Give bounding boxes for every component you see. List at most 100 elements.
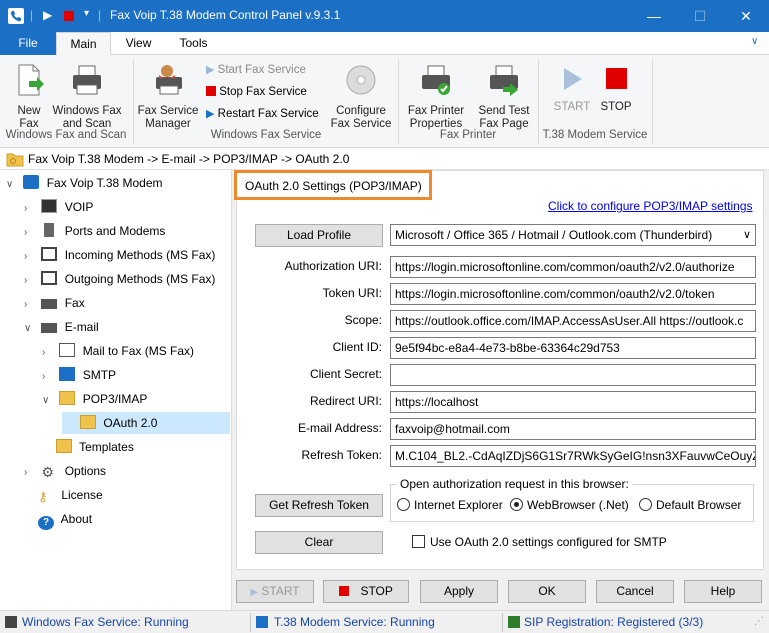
ok-button[interactable]: OK [508, 580, 586, 603]
redirect-uri-field[interactable]: https://localhost [390, 391, 756, 413]
quick-stop-icon[interactable] [64, 11, 74, 21]
apply-button[interactable]: Apply [420, 580, 498, 603]
stop-square-icon [606, 68, 627, 89]
separator: | [30, 8, 34, 22]
collapse-ribbon-icon[interactable]: ∨ [751, 36, 758, 47]
configure-fax-service-button[interactable]: Configure Fax Service [330, 63, 392, 131]
voip-grid-icon [41, 199, 58, 213]
t38-start-button[interactable]: START [552, 65, 592, 114]
stop-fax-service-button[interactable]: Stop Fax Service [206, 83, 307, 101]
chevron-right-icon[interactable]: › [24, 222, 38, 244]
tab-view[interactable]: View [111, 32, 166, 55]
fax-printer-properties-label-1: Fax Printer [407, 105, 465, 117]
load-profile-button[interactable]: Load Profile [255, 224, 383, 247]
tree-node-voip[interactable]: › VOIP [24, 196, 93, 218]
email-field[interactable]: faxvoip@hotmail.com [390, 418, 756, 440]
profile-select[interactable]: Microsoft / Office 365 / Hotmail / Outlo… [390, 224, 756, 246]
tree-node-about[interactable]: ? About [38, 508, 92, 530]
close-button[interactable]: ✕ [723, 0, 769, 32]
fax-machine-icon [73, 65, 101, 95]
refresh-token-label: Refresh Token: [301, 448, 383, 462]
stop-fax-service-label: Stop Fax Service [219, 86, 307, 98]
footer-start-button[interactable]: ▶ START [236, 580, 314, 603]
resize-grip-icon[interactable]: ⋰ [754, 616, 764, 627]
radio-webbrowser[interactable]: WebBrowser (.Net) [510, 498, 629, 512]
ribbon-separator [652, 59, 653, 144]
use-smtp-oauth-checkbox[interactable]: Use OAuth 2.0 settings configured for SM… [412, 535, 667, 549]
tree-label-fax: Fax [64, 296, 85, 310]
chevron-right-icon[interactable]: › [24, 246, 38, 268]
radio-label-default: Default Browser [656, 498, 742, 512]
tab-tools[interactable]: Tools [166, 32, 221, 55]
tree-label-oauth: OAuth 2.0 [103, 416, 158, 430]
quick-start-icon[interactable]: ▶ [43, 8, 52, 22]
tab-file[interactable]: File [0, 32, 56, 55]
footer-stop-button[interactable]: STOP [323, 580, 409, 603]
tree-node-outgoing[interactable]: › Outgoing Methods (MS Fax) [24, 268, 215, 290]
incoming-icon [41, 247, 58, 261]
chevron-right-icon[interactable]: › [42, 342, 56, 364]
send-test-fax-page-button[interactable]: Send Test Fax Page [474, 63, 534, 131]
get-refresh-token-button[interactable]: Get Refresh Token [255, 494, 383, 517]
scope-label: Scope: [344, 313, 382, 327]
tree-label-outgoing: Outgoing Methods (MS Fax) [64, 272, 216, 286]
title-bar: | ▶ ▾ | Fax Voip T.38 Modem Control Pane… [0, 0, 769, 32]
restart-fax-service-button[interactable]: ▶ Restart Fax Service [206, 105, 319, 123]
chevron-down-icon[interactable]: ∨ [24, 318, 38, 340]
radio-internet-explorer[interactable]: Internet Explorer [397, 498, 503, 512]
help-button[interactable]: Help [684, 580, 762, 603]
fax-printer-properties-button[interactable]: Fax Printer Properties [404, 63, 468, 131]
chevron-right-icon[interactable]: › [24, 270, 38, 292]
t38-stop-button[interactable]: STOP [596, 65, 636, 114]
chevron-down-icon[interactable]: ∨ [6, 174, 20, 196]
tree-node-fax[interactable]: › Fax [24, 292, 85, 314]
refresh-token-field[interactable]: M.C104_BL2.-CdAqIZDjS6G1Sr7RWkSyGeIG!nsn… [390, 445, 756, 467]
start-fax-service-button[interactable]: ▶ Start Fax Service [206, 61, 306, 79]
client-id-field[interactable]: 9e5f94bc-e8a4-4e73-b8be-63364c29d753 [390, 337, 756, 359]
radio-default-browser[interactable]: Default Browser [639, 498, 741, 512]
radio-icon [639, 498, 652, 511]
ribbon: New Fax Windows Fax and Scan Windows Fax… [0, 55, 769, 148]
tree-node-ports[interactable]: › Ports and Modems [24, 220, 165, 242]
status-sip: SIP Registration: Registered (3/3) [524, 615, 704, 629]
clear-button[interactable]: Clear [255, 531, 383, 554]
scope-field[interactable]: https://outlook.office.com/IMAP.AccessAs… [390, 310, 756, 332]
quick-access-dropdown-icon[interactable]: ▾ [84, 8, 89, 19]
tree-node-options[interactable]: › ⚙ Options [24, 460, 106, 482]
tree-node-smtp[interactable]: › SMTP [42, 364, 116, 386]
restart-icon: ▶ [206, 108, 215, 120]
tree-node-incoming[interactable]: › Incoming Methods (MS Fax) [24, 244, 215, 266]
tab-main[interactable]: Main [56, 32, 111, 56]
maximize-button[interactable]: ☐ [677, 0, 723, 32]
gear-icon: ⚙ [41, 464, 54, 480]
new-fax-button[interactable]: New Fax [10, 63, 48, 131]
fax-service-manager-button[interactable]: Fax Service Manager [137, 63, 199, 131]
restart-fax-service-label: Restart Fax Service [217, 108, 319, 120]
tree-node-pop3[interactable]: ∨ POP3/IMAP [42, 388, 147, 410]
tree-node-email[interactable]: ∨ E-mail [24, 316, 99, 338]
token-uri-field[interactable]: https://login.microsoftonline.com/common… [390, 283, 756, 305]
tree-node-mail-to-fax[interactable]: › Mail to Fax (MS Fax) [42, 340, 194, 362]
client-secret-field[interactable] [390, 364, 756, 386]
status-windows-fax: Windows Fax Service: Running [22, 615, 189, 629]
fax-printer-icon [422, 65, 450, 95]
breadcrumb: Fax Voip T.38 Modem -> E-mail -> POP3/IM… [0, 148, 769, 170]
tree-node-templates[interactable]: Templates [56, 436, 134, 458]
status-separator [502, 613, 503, 632]
chevron-right-icon[interactable]: › [24, 294, 38, 316]
minimize-button[interactable]: — [631, 0, 677, 32]
configure-fax-service-label-1: Configure [336, 105, 386, 117]
chevron-right-icon[interactable]: › [24, 198, 38, 220]
chevron-down-icon[interactable]: ∨ [42, 390, 56, 412]
tree-node-license[interactable]: ⚷ License [38, 484, 103, 506]
cancel-button[interactable]: Cancel [596, 580, 674, 603]
tree-node-root[interactable]: ∨ Fax Voip T.38 Modem [6, 172, 163, 194]
chevron-right-icon[interactable]: › [24, 462, 38, 484]
footer-stop-label: STOP [360, 584, 393, 598]
stop-icon [339, 586, 350, 596]
auth-uri-field[interactable]: https://login.microsoftonline.com/common… [390, 256, 756, 278]
tree-node-oauth[interactable]: OAuth 2.0 [62, 412, 230, 434]
windows-fax-scan-button[interactable]: Windows Fax and Scan [50, 63, 124, 131]
configure-pop3-link[interactable]: Click to configure POP3/IMAP settings [548, 199, 753, 213]
chevron-right-icon[interactable]: › [42, 366, 56, 388]
